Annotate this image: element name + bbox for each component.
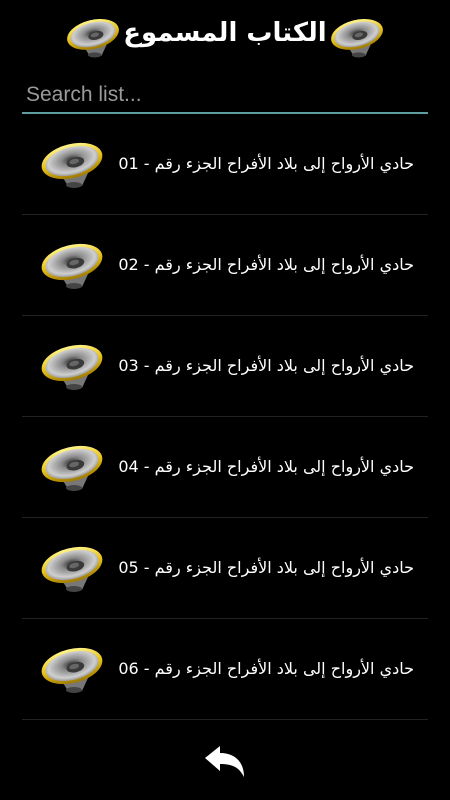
app-header: الكتاب المسموع [0, 0, 450, 76]
list-item[interactable]: حادي الأرواح إلى بلاد الأفراح الجزء رقم … [22, 619, 428, 720]
list-item[interactable]: حادي الأرواح إلى بلاد الأفراح الجزء رقم … [22, 215, 428, 316]
speaker-icon [38, 543, 106, 593]
search-bar [22, 80, 430, 114]
list-item[interactable]: حادي الأرواح إلى بلاد الأفراح الجزء رقم … [22, 316, 428, 417]
speaker-icon [38, 341, 106, 391]
speaker-icon [38, 139, 106, 189]
back-arrow-icon[interactable] [202, 744, 248, 780]
speaker-icon [38, 644, 106, 694]
list-item[interactable]: حادي الأرواح إلى بلاد الأفراح الجزء رقم … [22, 114, 428, 215]
list-item-label: حادي الأرواح إلى بلاد الأفراح الجزء رقم … [118, 457, 414, 476]
audio-list: حادي الأرواح إلى بلاد الأفراح الجزء رقم … [22, 114, 428, 720]
speaker-icon [328, 14, 386, 60]
search-input[interactable] [22, 80, 430, 110]
list-item-label: حادي الأرواح إلى بلاد الأفراح الجزء رقم … [118, 356, 414, 375]
list-item-label: حادي الأرواح إلى بلاد الأفراح الجزء رقم … [118, 558, 414, 577]
speaker-icon [38, 442, 106, 492]
list-item[interactable]: حادي الأرواح إلى بلاد الأفراح الجزء رقم … [22, 417, 428, 518]
list-item-label: حادي الأرواح إلى بلاد الأفراح الجزء رقم … [118, 154, 414, 173]
list-item-label: حادي الأرواح إلى بلاد الأفراح الجزء رقم … [118, 255, 414, 274]
list-item[interactable]: حادي الأرواح إلى بلاد الأفراح الجزء رقم … [22, 518, 428, 619]
list-item-label: حادي الأرواح إلى بلاد الأفراح الجزء رقم … [118, 659, 414, 678]
speaker-icon [38, 240, 106, 290]
